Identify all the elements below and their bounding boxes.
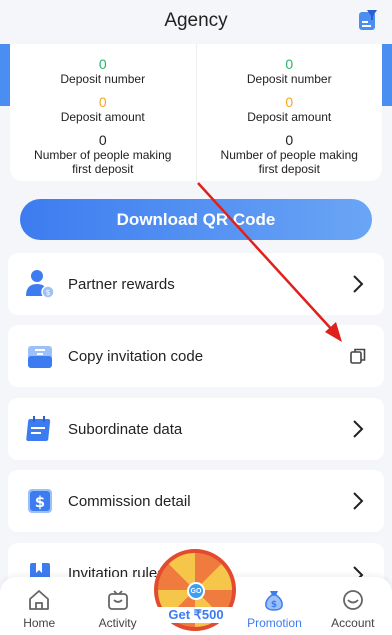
tab-promotion[interactable]: $ Promotion — [235, 577, 313, 635]
inbox-icon — [22, 338, 58, 374]
header: Agency — [0, 0, 392, 44]
filter-icon[interactable] — [358, 10, 378, 32]
menu-label: Subordinate data — [68, 420, 183, 438]
menu-copy-invitation-code[interactable]: Copy invitation code — [8, 325, 384, 387]
stats-column-right: 0 Deposit number 0 Deposit amount 0 Numb… — [195, 44, 383, 181]
deposit-number-value: 0 — [98, 56, 107, 72]
svg-text:$: $ — [35, 493, 45, 511]
menu-partner-rewards[interactable]: $ Partner rewards — [8, 253, 384, 315]
copy-icon[interactable] — [349, 347, 367, 365]
menu-label: Partner rewards — [68, 275, 175, 293]
tab-account[interactable]: Account — [314, 577, 392, 635]
first-deposit-value: 0 — [98, 132, 107, 148]
gift-icon — [107, 590, 128, 610]
menu-label: Copy invitation code — [68, 347, 204, 365]
svg-text:$: $ — [271, 600, 277, 610]
deposit-number-label: Deposit number — [60, 72, 146, 86]
money-bag-icon: $ — [265, 591, 284, 611]
deposit-number-label: Deposit number — [246, 72, 332, 86]
tab-label: Account — [331, 616, 375, 630]
download-qr-button[interactable]: Download QR Code — [20, 199, 372, 240]
banner-edge-left — [0, 44, 10, 106]
page-title: Agency — [164, 10, 228, 31]
stats-card: 0 Deposit number 0 Deposit amount 0 Numb… — [10, 44, 382, 181]
get-bonus-label[interactable]: Get ₹500 — [156, 607, 236, 623]
svg-text:$: $ — [45, 288, 50, 297]
deposit-amount-label: Deposit amount — [247, 110, 332, 124]
menu-subordinate-data[interactable]: Subordinate data — [8, 398, 384, 460]
banner-edge-right — [382, 44, 392, 106]
deposit-amount-label: Deposit amount — [60, 110, 145, 124]
account-icon — [342, 590, 363, 610]
first-deposit-label: Number of people making first deposit — [220, 148, 358, 176]
tab-activity[interactable]: Activity — [78, 577, 156, 635]
tab-label: Promotion — [247, 616, 302, 630]
tab-label: Activity — [98, 616, 137, 630]
deposit-number-value: 0 — [285, 56, 294, 72]
chevron-right-icon — [353, 420, 364, 438]
chevron-right-icon — [353, 492, 364, 510]
menu-label: Commission detail — [68, 492, 191, 510]
partner-icon: $ — [22, 266, 58, 302]
first-deposit-value: 0 — [285, 132, 294, 148]
deposit-amount-value: 0 — [98, 94, 107, 110]
calendar-icon — [22, 411, 58, 447]
tab-label: Home — [23, 616, 56, 630]
go-badge: GO — [187, 582, 205, 600]
home-icon — [29, 590, 50, 610]
chevron-right-icon — [353, 275, 364, 293]
first-deposit-label: Number of people making first deposit — [34, 148, 172, 176]
stats-column-left: 0 Deposit number 0 Deposit amount 0 Numb… — [10, 44, 196, 181]
deposit-amount-value: 0 — [285, 94, 294, 110]
menu-commission-detail[interactable]: $ Commission detail — [8, 470, 384, 532]
tab-home[interactable]: Home — [0, 577, 78, 635]
dollar-icon: $ — [22, 483, 58, 519]
